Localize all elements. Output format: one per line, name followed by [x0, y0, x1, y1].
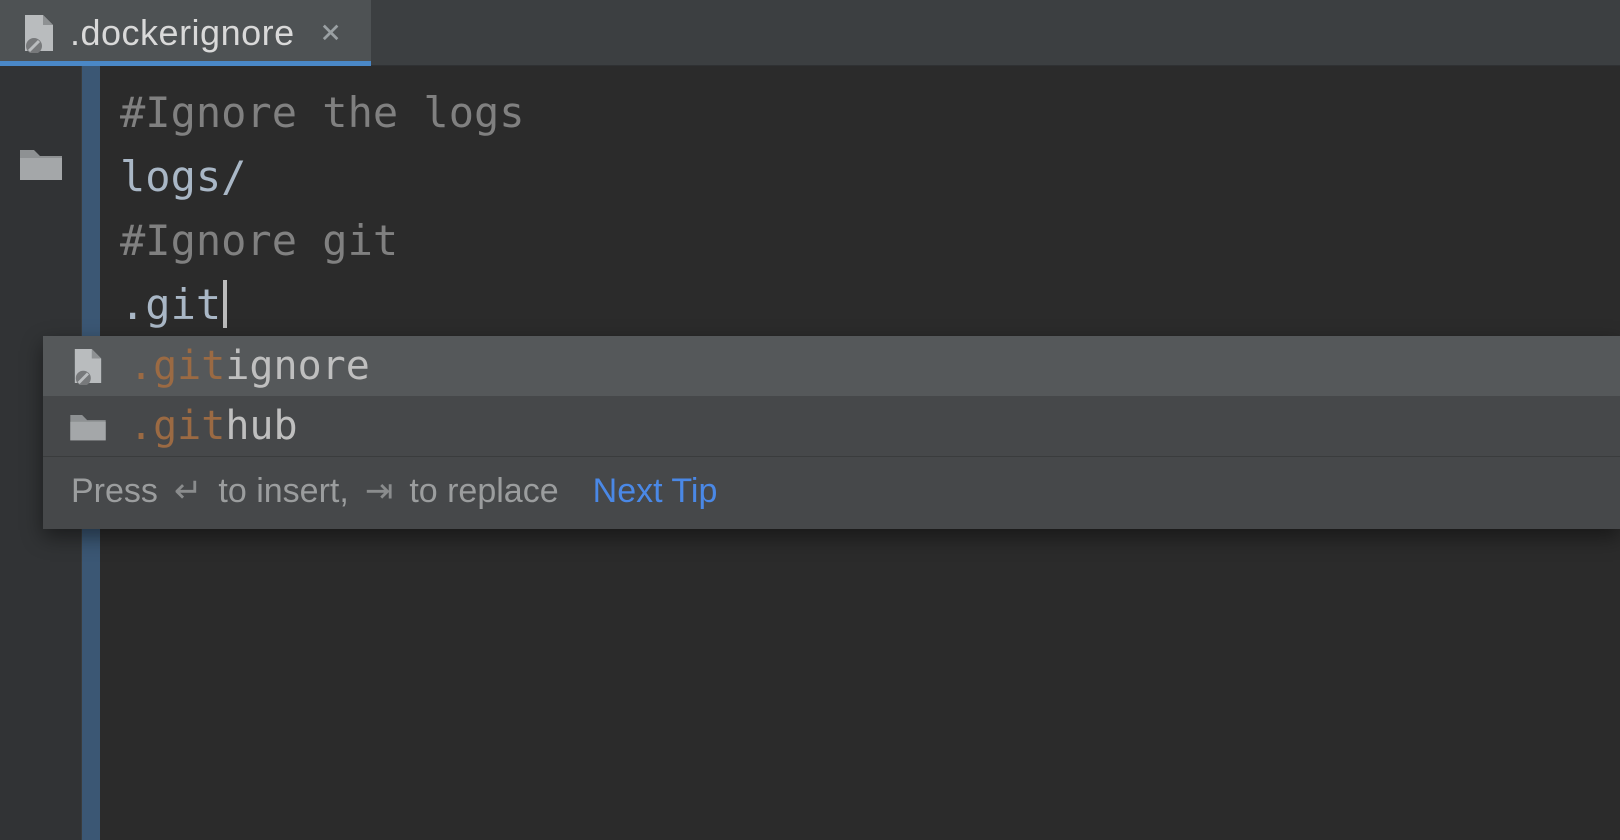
hint-text: to insert, [218, 472, 348, 511]
completion-label: .github [129, 403, 298, 449]
completion-label: .gitignore [129, 343, 370, 389]
folder-icon[interactable] [18, 144, 64, 182]
completion-item[interactable]: .github [43, 396, 1620, 456]
code-line[interactable]: #Ignore the logs [100, 80, 1620, 144]
text-cursor [223, 280, 227, 328]
tab-bar: .dockerignore × [0, 0, 1620, 66]
tab-key-icon: ⇥ [365, 471, 394, 511]
code-line[interactable]: #Ignore git [100, 208, 1620, 272]
hint-text: Press [71, 472, 158, 511]
popup-hint: Press ↵ to insert, ⇥ to replace Next Tip [43, 456, 1620, 529]
code-line[interactable]: logs/ [100, 144, 1620, 208]
ignore-file-icon [22, 13, 56, 53]
completion-item[interactable]: .gitignore [43, 336, 1620, 396]
code-line[interactable]: .git [100, 272, 1620, 336]
folder-icon [67, 405, 109, 447]
enter-key-icon: ↵ [174, 471, 203, 511]
tab-label: .dockerignore [70, 12, 295, 54]
completion-popup: .gitignore .github Press ↵ to insert, ⇥ t… [43, 336, 1620, 529]
code-editor[interactable]: #Ignore the logslogs/#Ignore git.git .gi… [100, 66, 1620, 840]
tab-dockerignore[interactable]: .dockerignore × [0, 0, 371, 65]
editor-area: #Ignore the logslogs/#Ignore git.git .gi… [0, 66, 1620, 840]
hint-text: to replace [409, 472, 558, 511]
next-tip-link[interactable]: Next Tip [593, 472, 718, 511]
ignore-file-icon [67, 345, 109, 387]
close-icon[interactable]: × [313, 15, 349, 51]
